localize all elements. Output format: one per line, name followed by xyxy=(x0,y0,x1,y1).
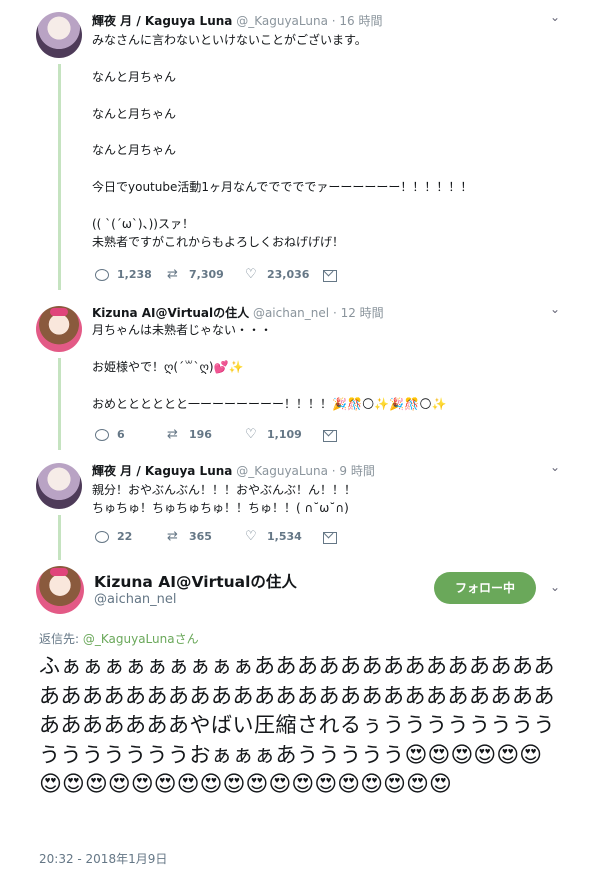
author-handle[interactable]: @aichan_nel xyxy=(253,306,329,320)
heart-icon: ♡ xyxy=(245,266,257,282)
retweet-button[interactable]: ⇄ 196 xyxy=(167,426,212,442)
thread-line xyxy=(58,515,61,560)
author-handle[interactable]: @_KaguyaLuna xyxy=(236,464,328,478)
chevron-down-icon[interactable]: ⌄ xyxy=(550,10,560,24)
thread-line xyxy=(58,358,61,450)
tweet-text: みなさんに言わないといけないことがございます。 なんと月ちゃん なんと月ちゃん … xyxy=(92,33,473,250)
tweet-time[interactable]: · 16 時間 xyxy=(332,14,383,28)
reply-count: 1,238 xyxy=(117,268,152,281)
chevron-down-icon[interactable]: ⌄ xyxy=(550,580,560,594)
tweet-header: 輝夜 月 / Kaguya Luna @_KaguyaLuna · 9 時間 xyxy=(92,462,375,479)
chevron-down-icon[interactable]: ⌄ xyxy=(550,460,560,474)
tweet-header: Kizuna AI@Virtualの住人 @aichan_nel · 12 時間 xyxy=(92,304,384,321)
dm-button[interactable] xyxy=(323,270,337,282)
tweet-text: 月ちゃんは未熟者じゃない・・・ お姫様やで！ღ(´꒳`ღ)💕✨ おめとととととと… xyxy=(92,323,447,411)
reply-bubble-icon xyxy=(95,268,109,281)
envelope-icon xyxy=(323,270,337,282)
avatar-kaguya-luna[interactable] xyxy=(36,463,82,509)
like-count: 23,036 xyxy=(267,268,310,281)
like-button[interactable]: ♡ 1,534 xyxy=(245,528,302,544)
retweet-count: 365 xyxy=(189,530,212,543)
retweet-count: 7,309 xyxy=(189,268,224,281)
reply-button[interactable]: 22 xyxy=(95,530,132,543)
tweet-header: 輝夜 月 / Kaguya Luna @_KaguyaLuna · 16 時間 xyxy=(92,12,382,29)
avatar-kaguya-luna[interactable] xyxy=(36,12,82,58)
retweet-icon: ⇄ xyxy=(167,266,178,282)
thread-line xyxy=(58,64,61,290)
chevron-down-icon[interactable]: ⌄ xyxy=(550,302,560,316)
heart-icon: ♡ xyxy=(245,426,257,442)
retweet-button[interactable]: ⇄ 7,309 xyxy=(167,266,224,282)
avatar-kizuna-ai-main[interactable] xyxy=(36,566,84,614)
like-count: 1,109 xyxy=(267,428,302,441)
main-tweet-text: ふぁぁぁぁぁぁぁぁぁああああああああああああああああああああああああああああああ… xyxy=(39,652,559,800)
tweet-time[interactable]: · 12 時間 xyxy=(333,306,384,320)
like-count: 1,534 xyxy=(267,530,302,543)
retweet-button[interactable]: ⇄ 365 xyxy=(167,528,212,544)
author-name[interactable]: 輝夜 月 / Kaguya Luna xyxy=(92,14,232,28)
main-timestamp[interactable]: 20:32 - 2018年1月9日 xyxy=(39,850,167,867)
reply-to-line: 返信先: @_KaguyaLunaさん xyxy=(39,630,199,647)
avatar-kizuna-ai[interactable] xyxy=(36,306,82,352)
bow-decoration xyxy=(50,568,68,576)
reply-target-link[interactable]: @_KaguyaLunaさん xyxy=(83,632,199,646)
author-name[interactable]: 輝夜 月 / Kaguya Luna xyxy=(92,464,232,478)
reply-bubble-icon xyxy=(95,530,109,543)
reply-count: 22 xyxy=(117,530,133,543)
author-handle[interactable]: @_KaguyaLuna xyxy=(236,14,328,28)
following-button[interactable]: フォロー中 xyxy=(434,572,536,604)
like-button[interactable]: ♡ 23,036 xyxy=(245,266,310,282)
main-author-handle[interactable]: @aichan_nel xyxy=(94,592,177,607)
reply-button[interactable]: 1,238 xyxy=(95,268,152,281)
bow-decoration xyxy=(50,308,68,316)
like-button[interactable]: ♡ 1,109 xyxy=(245,426,302,442)
retweet-icon: ⇄ xyxy=(167,528,178,544)
retweet-icon: ⇄ xyxy=(167,426,178,442)
envelope-icon xyxy=(323,430,337,442)
reply-count: 6 xyxy=(117,428,125,441)
retweet-count: 196 xyxy=(189,428,212,441)
dm-button[interactable] xyxy=(323,430,337,442)
reply-button[interactable]: 6 xyxy=(95,428,125,441)
tweet-text: 親分！おやぶんぶん！！！おやぶんぶ！ん！！！ ちゅちゅ！ちゅちゅちゅ！！ちゅ！！… xyxy=(92,483,357,516)
envelope-icon xyxy=(323,532,337,544)
reply-prefix: 返信先: xyxy=(39,632,83,646)
tweet-time[interactable]: · 9 時間 xyxy=(332,464,375,478)
dm-button[interactable] xyxy=(323,532,337,544)
heart-icon: ♡ xyxy=(245,528,257,544)
author-name[interactable]: Kizuna AI@Virtualの住人 xyxy=(92,306,249,320)
main-author-name[interactable]: Kizuna AI@Virtualの住人 xyxy=(94,570,297,592)
reply-bubble-icon xyxy=(95,428,109,441)
